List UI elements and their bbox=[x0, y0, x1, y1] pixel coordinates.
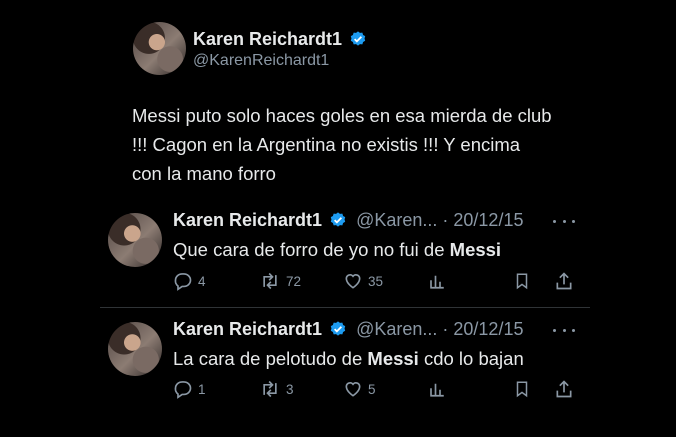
retweet-icon bbox=[263, 272, 277, 290]
verified-badge-icon bbox=[350, 31, 366, 46]
more-icon[interactable] bbox=[553, 325, 575, 335]
reply-1-text-bold: Messi bbox=[449, 239, 502, 260]
reply-2-meta[interactable]: @Karen... · 20/12/15 bbox=[356, 319, 523, 339]
share-button[interactable] bbox=[554, 271, 574, 291]
retweet-icon bbox=[263, 380, 277, 398]
views-button[interactable] bbox=[428, 379, 446, 399]
reply-2-author-name[interactable]: Karen Reichardt1 bbox=[173, 319, 322, 339]
like-icon bbox=[345, 274, 361, 289]
like-icon bbox=[345, 382, 361, 397]
main-author-name[interactable]: Karen Reichardt1 bbox=[193, 29, 367, 50]
like-button[interactable]: 35 bbox=[343, 271, 383, 291]
reply-1-meta[interactable]: @Karen... · 20/12/15 bbox=[356, 210, 523, 230]
main-author-name-text: Karen Reichardt1 bbox=[193, 29, 343, 49]
retweet-count: 72 bbox=[286, 273, 302, 289]
reply-2-header: Karen Reichardt1 @Karen... · 20/12/15 bbox=[173, 319, 523, 340]
like-button[interactable]: 5 bbox=[343, 379, 376, 399]
bookmark-button[interactable] bbox=[513, 271, 531, 291]
reply-1-header: Karen Reichardt1 @Karen... · 20/12/15 bbox=[173, 210, 523, 231]
reply-1-text: Que cara de forro de yo no fui de Messi bbox=[173, 239, 501, 261]
bookmark-icon bbox=[516, 381, 528, 398]
like-count: 5 bbox=[368, 381, 376, 397]
more-icon[interactable] bbox=[553, 216, 575, 226]
reply-2-avatar[interactable] bbox=[108, 322, 162, 376]
views-icon bbox=[430, 275, 444, 289]
main-tweet-text: Messi puto solo haces goles en esa mierd… bbox=[132, 105, 552, 184]
reply-2-text-after: cdo lo bajan bbox=[418, 348, 524, 369]
reply-count: 1 bbox=[198, 381, 206, 397]
share-icon bbox=[556, 272, 572, 290]
retweet-button[interactable]: 3 bbox=[259, 379, 294, 399]
like-count: 35 bbox=[368, 273, 384, 289]
retweet-button[interactable]: 72 bbox=[259, 271, 301, 291]
reply-count: 4 bbox=[198, 273, 206, 289]
reply-icon bbox=[174, 273, 192, 291]
reply-button[interactable]: 4 bbox=[173, 271, 206, 291]
reply-divider bbox=[100, 307, 590, 308]
reply-1-actions: 4 72 35 bbox=[173, 271, 578, 293]
reply-2-actions: 1 3 5 bbox=[173, 379, 578, 401]
reply-1-avatar[interactable] bbox=[108, 213, 162, 267]
reply-icon bbox=[174, 381, 192, 399]
reply-2-text: La cara de pelotudo de Messi cdo lo baja… bbox=[173, 348, 524, 370]
reply-2-text-before: La cara de pelotudo de bbox=[173, 348, 368, 369]
reply-button[interactable]: 1 bbox=[173, 379, 206, 399]
retweet-count: 3 bbox=[286, 381, 294, 397]
verified-badge-icon bbox=[330, 321, 346, 336]
views-icon bbox=[430, 383, 444, 397]
bookmark-icon bbox=[516, 273, 528, 290]
bookmark-button[interactable] bbox=[513, 379, 531, 399]
views-button[interactable] bbox=[428, 271, 446, 291]
main-avatar[interactable] bbox=[133, 22, 186, 75]
share-icon bbox=[556, 380, 572, 398]
reply-2-text-bold: Messi bbox=[367, 348, 419, 369]
verified-badge-icon bbox=[330, 212, 346, 227]
reply-1-text-before: Que cara de forro de yo no fui de bbox=[173, 239, 450, 260]
share-button[interactable] bbox=[554, 379, 574, 399]
reply-1-author-name[interactable]: Karen Reichardt1 bbox=[173, 210, 322, 230]
main-author-handle[interactable]: @KarenReichardt1 bbox=[193, 52, 329, 70]
